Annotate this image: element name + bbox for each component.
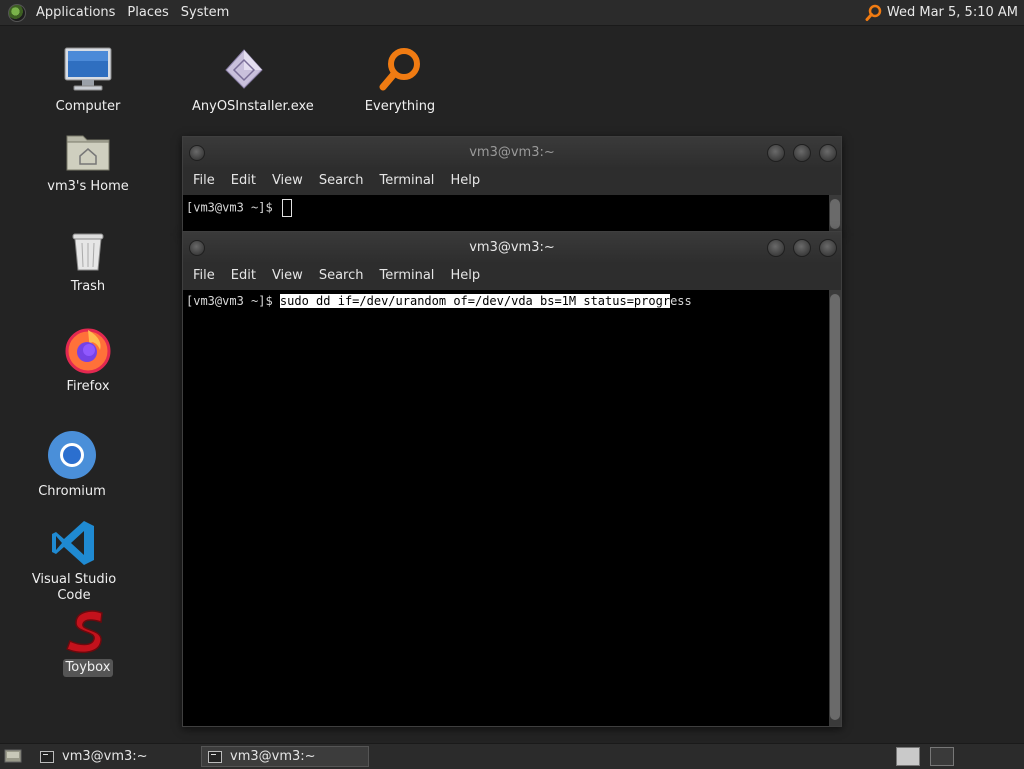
desktop-icon-toybox[interactable]: Toybox — [33, 605, 143, 677]
desktop-icon-trash[interactable]: Trash — [33, 224, 143, 296]
desktop-icon-vscode[interactable]: Visual Studio Code — [19, 517, 129, 605]
terminal-window-background[interactable]: vm3@vm3:~ File Edit View Search Terminal… — [182, 136, 842, 234]
window-title: vm3@vm3:~ — [469, 239, 555, 255]
maximize-button[interactable] — [793, 239, 811, 257]
taskbar-item[interactable]: vm3@vm3:~ — [34, 746, 196, 767]
menu-applications[interactable]: Applications — [30, 5, 121, 20]
menu-edit[interactable]: Edit — [223, 268, 264, 283]
terminal-area[interactable]: [vm3@vm3 ~]$ sudo dd if=/dev/urandom of=… — [183, 290, 841, 726]
desktop-icon-label: Computer — [55, 99, 121, 114]
window-menu-button[interactable] — [189, 145, 205, 161]
menu-system[interactable]: System — [175, 5, 235, 20]
window-menubar: File Edit View Search Terminal Help — [183, 167, 841, 194]
menu-edit[interactable]: Edit — [223, 173, 264, 188]
workspace-1[interactable] — [896, 747, 920, 766]
maximize-button[interactable] — [793, 144, 811, 162]
close-button[interactable] — [819, 144, 837, 162]
distro-logo-icon[interactable] — [8, 3, 26, 22]
desktop-icon-firefox[interactable]: Firefox — [33, 324, 143, 396]
desktop-icon-label: Visual Studio Code — [31, 572, 117, 603]
text-cursor — [281, 199, 292, 217]
firefox-icon — [62, 324, 114, 376]
workspace-2[interactable] — [930, 747, 954, 766]
window-titlebar[interactable]: vm3@vm3:~ — [183, 232, 841, 262]
desktop-icon-label: Firefox — [66, 379, 110, 394]
terminal-icon — [208, 750, 222, 763]
terminal-window-active[interactable]: vm3@vm3:~ File Edit View Search Terminal… — [182, 231, 842, 727]
vscode-icon — [48, 517, 100, 569]
desktop-icon-label: vm3's Home — [47, 179, 129, 194]
desktop-icon-label: Trash — [70, 279, 106, 294]
show-desktop-icon[interactable] — [4, 748, 22, 764]
clock-area[interactable]: Wed Mar 5, 5:10 AM — [865, 0, 1020, 25]
terminal-line: [vm3@vm3 ~]$ sudo dd if=/dev/urandom of=… — [186, 294, 692, 308]
scrollbar-thumb[interactable] — [830, 199, 840, 229]
menu-help[interactable]: Help — [442, 268, 488, 283]
terminal-area[interactable]: [vm3@vm3 ~]$ — [183, 195, 841, 233]
menu-help[interactable]: Help — [442, 173, 488, 188]
desktop-icon-label: AnyOSInstaller.exe — [192, 99, 314, 114]
bottom-panel: vm3@vm3:~ vm3@vm3:~ — [0, 743, 1024, 769]
window-menubar: File Edit View Search Terminal Help — [183, 262, 841, 289]
menu-search[interactable]: Search — [311, 173, 372, 188]
command-text-rest[interactable]: ess — [670, 294, 692, 308]
desktop-icon-label: Chromium — [38, 484, 106, 499]
terminal-line: [vm3@vm3 ~]$ — [186, 199, 292, 217]
computer-icon — [62, 44, 114, 96]
menu-terminal[interactable]: Terminal — [371, 173, 442, 188]
scrollbar[interactable] — [829, 290, 841, 726]
menu-view[interactable]: View — [264, 268, 311, 283]
everything-tray-icon[interactable] — [865, 4, 883, 22]
desktop-icon-label: Everything — [364, 99, 436, 114]
desktop-icon-label: Toybox — [62, 659, 114, 677]
minimize-button[interactable] — [767, 239, 785, 257]
terminal-prompt: [vm3@vm3 ~]$ — [186, 294, 280, 308]
desktop-icon-everything[interactable]: Everything — [345, 44, 455, 116]
terminal-icon — [40, 750, 54, 763]
trash-icon — [62, 224, 114, 276]
menu-file[interactable]: File — [185, 268, 223, 283]
toybox-icon — [62, 605, 114, 657]
chromium-icon — [46, 429, 98, 481]
search-magnifier-icon — [374, 44, 426, 96]
close-button[interactable] — [819, 239, 837, 257]
minimize-button[interactable] — [767, 144, 785, 162]
desktop-icon-chromium[interactable]: Chromium — [17, 429, 127, 501]
terminal-prompt: [vm3@vm3 ~]$ — [186, 200, 280, 215]
taskbar-item-label: vm3@vm3:~ — [230, 749, 316, 764]
menu-terminal[interactable]: Terminal — [371, 268, 442, 283]
desktop-icon-anyosinstaller[interactable]: AnyOSInstaller.exe — [189, 44, 314, 116]
menu-view[interactable]: View — [264, 173, 311, 188]
taskbar-item-active[interactable]: vm3@vm3:~ — [201, 746, 369, 767]
window-title: vm3@vm3:~ — [469, 144, 555, 160]
top-panel: Applications Places System Wed Mar 5, 5:… — [0, 0, 1024, 26]
window-menu-button[interactable] — [189, 240, 205, 256]
menu-file[interactable]: File — [185, 173, 223, 188]
window-titlebar[interactable]: vm3@vm3:~ — [183, 137, 841, 167]
menu-search[interactable]: Search — [311, 268, 372, 283]
home-folder-icon — [62, 124, 114, 176]
menu-places[interactable]: Places — [121, 5, 174, 20]
desktop-icon-home[interactable]: vm3's Home — [33, 124, 143, 196]
selected-command-text[interactable]: sudo dd if=/dev/urandom of=/dev/vda bs=1… — [279, 294, 671, 308]
scrollbar-thumb[interactable] — [830, 294, 840, 720]
taskbar-item-label: vm3@vm3:~ — [62, 749, 148, 764]
scrollbar[interactable] — [829, 195, 841, 233]
desktop-icon-computer[interactable]: Computer — [33, 44, 143, 116]
installer-icon — [218, 44, 270, 96]
clock[interactable]: Wed Mar 5, 5:10 AM — [883, 5, 1020, 20]
